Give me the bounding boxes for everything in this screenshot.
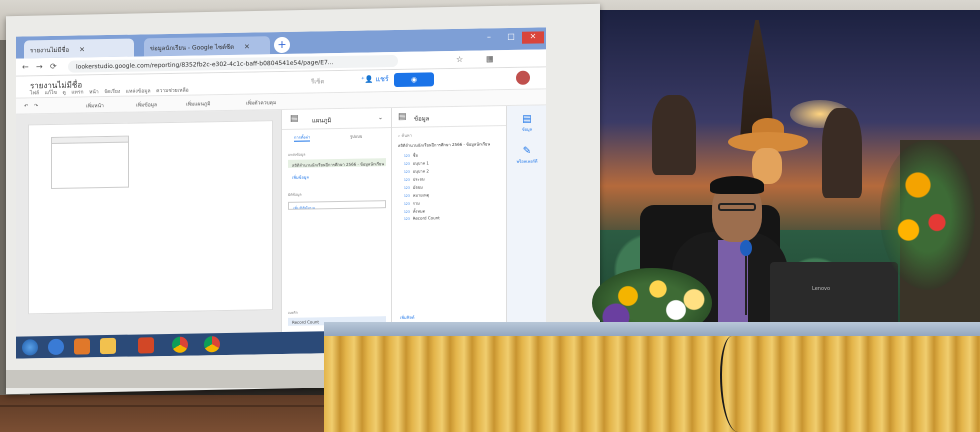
- glasses: [718, 203, 756, 211]
- microphone: [740, 240, 752, 256]
- conference-scene: รายงานไม่มีชื่อ × ข่อมูลนักเรียน - Google…: [0, 0, 980, 432]
- share-button[interactable]: ⁺👤 แชร์: [361, 74, 389, 85]
- rail-data[interactable]: ▤ ข้อมูล: [509, 113, 545, 133]
- tab-label: ข่อมูลนักเรียน - Google ไซต์ชีต: [150, 43, 234, 53]
- field-item[interactable]: ทั้งหมด: [404, 207, 425, 214]
- chrome-icon[interactable]: [172, 336, 188, 353]
- field-item[interactable]: หมายเหตุ: [404, 191, 429, 198]
- table-icon: ▤: [290, 113, 299, 124]
- table-chart[interactable]: [51, 135, 129, 190]
- eye-icon: ◉: [410, 75, 418, 84]
- statue-right: [822, 108, 862, 198]
- data-panel: ▤ ข้อมูล ⌕ ค้นหา สถิติจำนวนนักเรียนปีการ…: [391, 106, 507, 353]
- field-item[interactable]: Record Count: [404, 215, 440, 221]
- presentation-icon[interactable]: [138, 337, 154, 354]
- add-data-button[interactable]: เพิ่มข้อมูล: [136, 101, 157, 109]
- add-data-link[interactable]: เพิ่มข้อมูล: [288, 170, 386, 180]
- data-source-field[interactable]: สถิติจำนวนนักเรียนปีการศึกษา 2566 - ข้อม…: [288, 158, 386, 168]
- new-tab-icon[interactable]: +: [274, 36, 290, 54]
- rail-properties-label: พร็อพเพอร์ตี: [516, 158, 538, 164]
- side-rail: ▤ ข้อมูล ✎ พร็อพเพอร์ตี: [506, 105, 546, 351]
- search-input[interactable]: ⌕ ค้นหา: [396, 128, 502, 139]
- tablecloth: [324, 326, 980, 432]
- minimize-icon[interactable]: –: [478, 32, 500, 44]
- data-source-name[interactable]: สถิติจำนวนนักเรียนปีการศึกษา 2566 - ข้อม…: [398, 140, 490, 149]
- field-item[interactable]: อนุบาล 1: [404, 159, 429, 166]
- metric-label: เมตริก: [288, 310, 298, 315]
- properties-header: ▤ แผนภูมิ ⌄: [282, 108, 392, 130]
- close-icon[interactable]: ×: [79, 45, 85, 53]
- add-page-button[interactable]: เพิ่มหน้า: [86, 102, 104, 110]
- start-icon[interactable]: [22, 339, 38, 356]
- field-item[interactable]: ชื่อ: [404, 152, 418, 159]
- table-top: [324, 322, 980, 336]
- pencil-icon: ✎: [522, 145, 532, 157]
- rail-properties[interactable]: ✎ พร็อพเพอร์ตี: [509, 145, 545, 165]
- rail-data-label: ข้อมูล: [521, 126, 533, 132]
- tab-setup[interactable]: การตั้งค่า: [294, 133, 311, 142]
- window-close-icon[interactable]: ×: [522, 31, 544, 44]
- dimension-label: มิติข้อมูล: [288, 192, 302, 197]
- table-header-row: [52, 136, 128, 144]
- ie-icon[interactable]: [48, 338, 64, 356]
- search-placeholder: ค้นหา: [401, 132, 412, 138]
- extensions-icon[interactable]: ▦: [486, 54, 494, 63]
- maximize-icon[interactable]: □: [500, 32, 522, 44]
- chevron-down-icon[interactable]: ⌄: [378, 114, 383, 121]
- report-canvas-area: [16, 110, 281, 359]
- properties-title: แผนภูมิ: [312, 117, 332, 125]
- add-dimension-link[interactable]: เพิ่มมิติข้อมูล: [288, 200, 386, 210]
- media-player-icon[interactable]: [74, 338, 90, 355]
- data-source-label: แหล่งข้อมูล: [288, 152, 306, 157]
- projected-desktop: รายงานไม่มีชื่อ × ข่อมูลนักเรียน - Google…: [16, 27, 546, 359]
- data-panel-header: ▤ ข้อมูล: [392, 106, 507, 129]
- field-item[interactable]: รวม: [404, 200, 420, 207]
- back-icon[interactable]: ←: [22, 62, 29, 71]
- star-icon[interactable]: ☆: [456, 55, 463, 64]
- browser-tab-report[interactable]: รายงานไม่มีชื่อ ×: [24, 38, 134, 59]
- add-chart-button[interactable]: เพิ่มแผนภูมิ: [186, 100, 210, 108]
- laptop-brand: Lenovo: [812, 286, 831, 292]
- statue-left: [652, 95, 696, 175]
- avatar[interactable]: [516, 70, 530, 85]
- data-panel-title: ข้อมูล: [414, 115, 430, 123]
- redo-icon[interactable]: ↷: [34, 103, 38, 109]
- view-button[interactable]: ◉: [394, 72, 434, 88]
- reset-button[interactable]: รีเซ็ต: [311, 76, 324, 86]
- add-person-icon: ⁺👤: [361, 75, 374, 84]
- mic-stand: [745, 255, 747, 315]
- add-field-link[interactable]: เพิ่มฟิลด์: [400, 314, 415, 321]
- share-label: แชร์: [375, 75, 389, 84]
- report-page[interactable]: [28, 120, 273, 315]
- chart-properties-panel: ▤ แผนภูมิ ⌄ การตั้งค่า รูปแบบ แหล่งข้อมู…: [281, 108, 392, 354]
- browser-tab-sheet[interactable]: ข่อมูลนักเรียน - Google ไซต์ชีต ×: [144, 36, 270, 57]
- field-item[interactable]: อนุบาล 2: [404, 167, 429, 174]
- close-icon[interactable]: ×: [244, 43, 250, 51]
- field-item[interactable]: ประถม: [404, 175, 425, 182]
- forward-icon[interactable]: →: [36, 62, 43, 71]
- database-icon: ▤: [522, 113, 532, 125]
- folder-icon[interactable]: [100, 337, 116, 355]
- field-item[interactable]: มัธยม: [404, 184, 423, 191]
- undo-icon[interactable]: ↶: [24, 103, 28, 109]
- wooden-floor: [0, 395, 330, 432]
- data-icon: ▤: [398, 111, 407, 122]
- properties-tabs: การตั้งค่า รูปแบบ: [282, 130, 392, 144]
- reload-icon[interactable]: ⟳: [50, 62, 57, 71]
- presenter-hair: [710, 176, 764, 194]
- tab-style[interactable]: รูปแบบ: [350, 133, 362, 140]
- chrome-icon[interactable]: [204, 336, 220, 353]
- add-control-button[interactable]: เพิ่มตัวควบคุม: [246, 99, 276, 108]
- flower-vase-right: [880, 140, 975, 290]
- tab-label: รายงานไม่มีชื่อ: [30, 46, 70, 55]
